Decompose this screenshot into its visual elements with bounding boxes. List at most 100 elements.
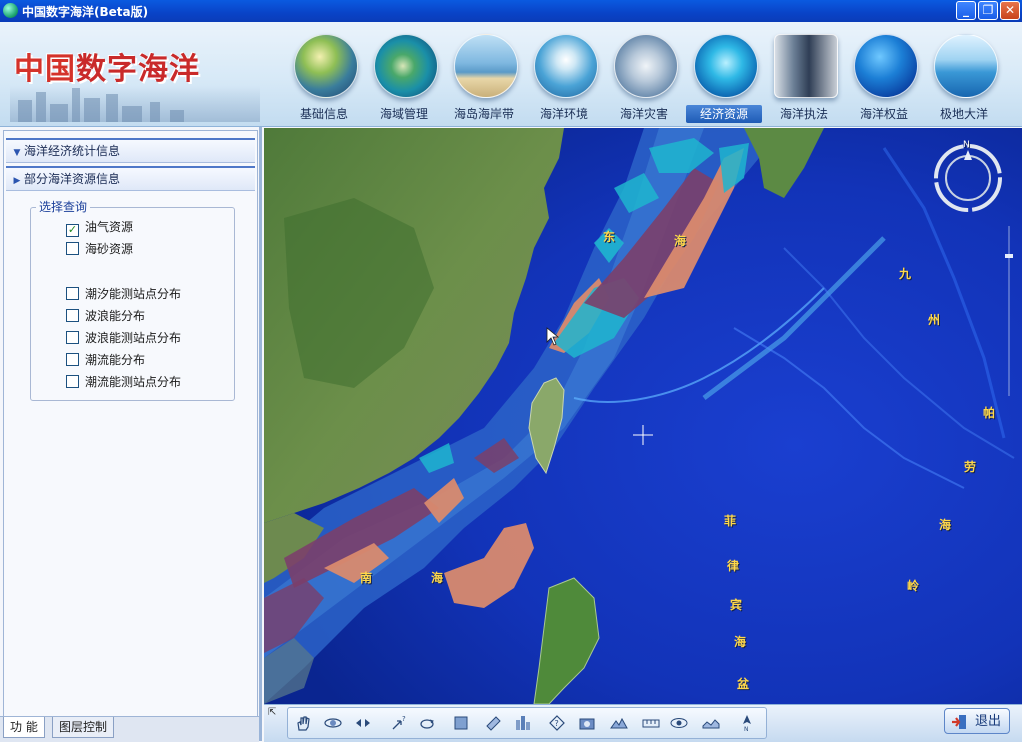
- checkbox-wave-stations[interactable]: 波浪能测站点分布: [66, 330, 181, 346]
- ruler-icon[interactable]: [482, 712, 504, 734]
- restore-button[interactable]: ❐: [978, 1, 998, 20]
- rotate-arrows-icon[interactable]: [352, 712, 374, 734]
- map-label-philippine-basin: 宾: [730, 598, 743, 612]
- view-eye-icon[interactable]: [668, 712, 690, 734]
- checkbox-tidal-current-stations[interactable]: 潮流能测站点分布: [66, 374, 181, 390]
- checkbox-label: 波浪能测站点分布: [85, 331, 182, 345]
- crosshair-icon: [633, 425, 653, 445]
- compass-control[interactable]: [932, 142, 1004, 214]
- north-arrow-icon[interactable]: N: [736, 712, 758, 734]
- camera-icon[interactable]: [576, 712, 598, 734]
- map-view[interactable]: 东 海 南 海 九 州 帕 劳 海 岭 菲 律 宾 海 盆 N: [264, 128, 1022, 704]
- panel-tabs: 功 能 图层控制: [0, 716, 259, 742]
- tab-sea-area-management[interactable]: 海域管理: [366, 34, 446, 126]
- left-panel: ▼ 海洋经济统计信息 ▶ 部分海洋资源信息 选择查询 ✓ 油气资源 海砂资源 潮汐能测…: [0, 127, 262, 742]
- map-label-south-sea: 南: [360, 571, 373, 585]
- tab-label: 海洋灾害: [619, 107, 668, 121]
- exit-door-icon: [951, 714, 967, 730]
- tab-label: 极地大洋: [939, 107, 988, 121]
- city-skyline-decoration: [10, 86, 260, 122]
- tab-label: 海岛海岸带: [453, 107, 514, 121]
- tab-label: 经济资源: [686, 105, 762, 123]
- scale-bar-icon[interactable]: [640, 712, 662, 734]
- map-label-palau-ridge: 海: [939, 518, 952, 532]
- layer-map-icon[interactable]: [450, 712, 472, 734]
- tab-maritime-law-enforcement[interactable]: 海洋执法: [766, 34, 846, 126]
- app-header: 中国数字海洋 基础信息 海域管理 海岛海岸带 海洋环境 海洋灾害 经济资源 海洋…: [0, 22, 1022, 127]
- zoom-slider[interactable]: [1005, 226, 1013, 396]
- globe-asia-icon: [294, 34, 358, 98]
- polar-sea-icon: [934, 34, 998, 98]
- resize-corner-icon[interactable]: ⇱: [268, 707, 276, 718]
- checkbox-checked[interactable]: ✓: [66, 224, 79, 237]
- rotate-view-icon[interactable]: [416, 712, 438, 734]
- officers-icon: [774, 34, 838, 98]
- buildings-icon[interactable]: [512, 712, 534, 734]
- map-label-palau-ridge: 帕: [983, 406, 996, 420]
- query-groupbox: [30, 207, 235, 401]
- checkbox-label: 波浪能分布: [85, 309, 146, 323]
- tab-basic-info[interactable]: 基础信息: [286, 34, 366, 126]
- map-label-palau-ridge: 岭: [907, 579, 920, 593]
- tab-label: 海洋权益: [859, 107, 908, 121]
- checkbox-sea-sand[interactable]: 海砂资源: [66, 241, 133, 257]
- svg-text:N: N: [744, 726, 749, 732]
- checkbox-label: 潮汐能测站点分布: [85, 287, 182, 301]
- checkbox-label: 潮流能分布: [85, 353, 146, 367]
- checkbox-wave-energy[interactable]: 波浪能分布: [66, 308, 145, 324]
- ocean-globe-icon: [854, 34, 918, 98]
- app-logo: 中国数字海洋: [14, 44, 200, 88]
- svg-text:?: ?: [402, 715, 406, 723]
- close-button[interactable]: ✕: [1000, 1, 1020, 20]
- checkbox-label: 潮流能测站点分布: [85, 375, 182, 389]
- tab-layer-control[interactable]: 图层控制: [52, 717, 115, 738]
- checkbox-unchecked[interactable]: [66, 375, 79, 388]
- section-label: 部分海洋资源信息: [24, 172, 121, 186]
- checkbox-unchecked[interactable]: [66, 309, 79, 322]
- tab-economic-resources[interactable]: 经济资源: [686, 34, 766, 126]
- checkbox-label: 油气资源: [85, 220, 134, 234]
- tool-group: ? ? N: [287, 707, 767, 739]
- map-canvas: [264, 128, 1022, 704]
- minimize-button[interactable]: _: [956, 1, 976, 20]
- orbit-icon[interactable]: [322, 712, 344, 734]
- storm-wave-icon: [614, 34, 678, 98]
- checkbox-label: 海砂资源: [85, 242, 134, 256]
- checkbox-unchecked[interactable]: [66, 353, 79, 366]
- compass-north-label: N: [963, 140, 970, 150]
- tab-label: 基础信息: [299, 107, 348, 121]
- checkbox-tidal-current[interactable]: 潮流能分布: [66, 352, 145, 368]
- logo-text-digital-ocean: 数字海洋: [76, 52, 200, 87]
- checkbox-unchecked[interactable]: [66, 331, 79, 344]
- info-query-icon[interactable]: ?: [546, 712, 568, 734]
- exit-label: 退出: [974, 714, 1001, 729]
- tab-functions[interactable]: 功 能: [3, 717, 45, 738]
- tab-polar-ocean[interactable]: 极地大洋: [926, 34, 1006, 126]
- map-label-philippine-basin: 海: [734, 635, 747, 649]
- checkbox-unchecked[interactable]: [66, 242, 79, 255]
- terrain-icon[interactable]: [608, 712, 630, 734]
- map-label-south-sea: 海: [431, 571, 444, 585]
- tab-marine-environment[interactable]: 海洋环境: [526, 34, 606, 126]
- checkbox-oil-gas[interactable]: ✓ 油气资源: [66, 219, 134, 237]
- map-label-kyushu: 九: [899, 267, 912, 281]
- map-label-east-sea: 海: [674, 234, 687, 248]
- profile-icon[interactable]: [700, 712, 722, 734]
- zoom-query-icon[interactable]: ?: [388, 712, 410, 734]
- pan-hand-icon[interactable]: [292, 712, 314, 734]
- section-ocean-resources-info[interactable]: ▶ 部分海洋资源信息: [6, 166, 255, 191]
- compass-ring-icon: [934, 144, 1002, 212]
- tab-marine-disaster[interactable]: 海洋灾害: [606, 34, 686, 126]
- function-panel: ▼ 海洋经济统计信息 ▶ 部分海洋资源信息 选择查询 ✓ 油气资源 海砂资源 潮汐能测…: [3, 130, 258, 718]
- app-globe-icon: [3, 3, 18, 18]
- title-bar: 中国数字海洋(Beta版) _ ❐ ✕: [0, 0, 1022, 22]
- checkbox-tidal-stations[interactable]: 潮汐能测站点分布: [66, 286, 181, 302]
- checkbox-unchecked[interactable]: [66, 287, 79, 300]
- tab-island-coastal[interactable]: 海岛海岸带: [446, 34, 526, 126]
- window-title: 中国数字海洋(Beta版): [22, 5, 149, 19]
- tab-maritime-rights[interactable]: 海洋权益: [846, 34, 926, 126]
- tab-label: 海洋环境: [539, 107, 588, 121]
- section-ocean-economy-stats[interactable]: ▼ 海洋经济统计信息: [6, 138, 255, 163]
- exit-button[interactable]: 退出: [944, 708, 1010, 734]
- chevron-right-icon: ▶: [13, 176, 21, 186]
